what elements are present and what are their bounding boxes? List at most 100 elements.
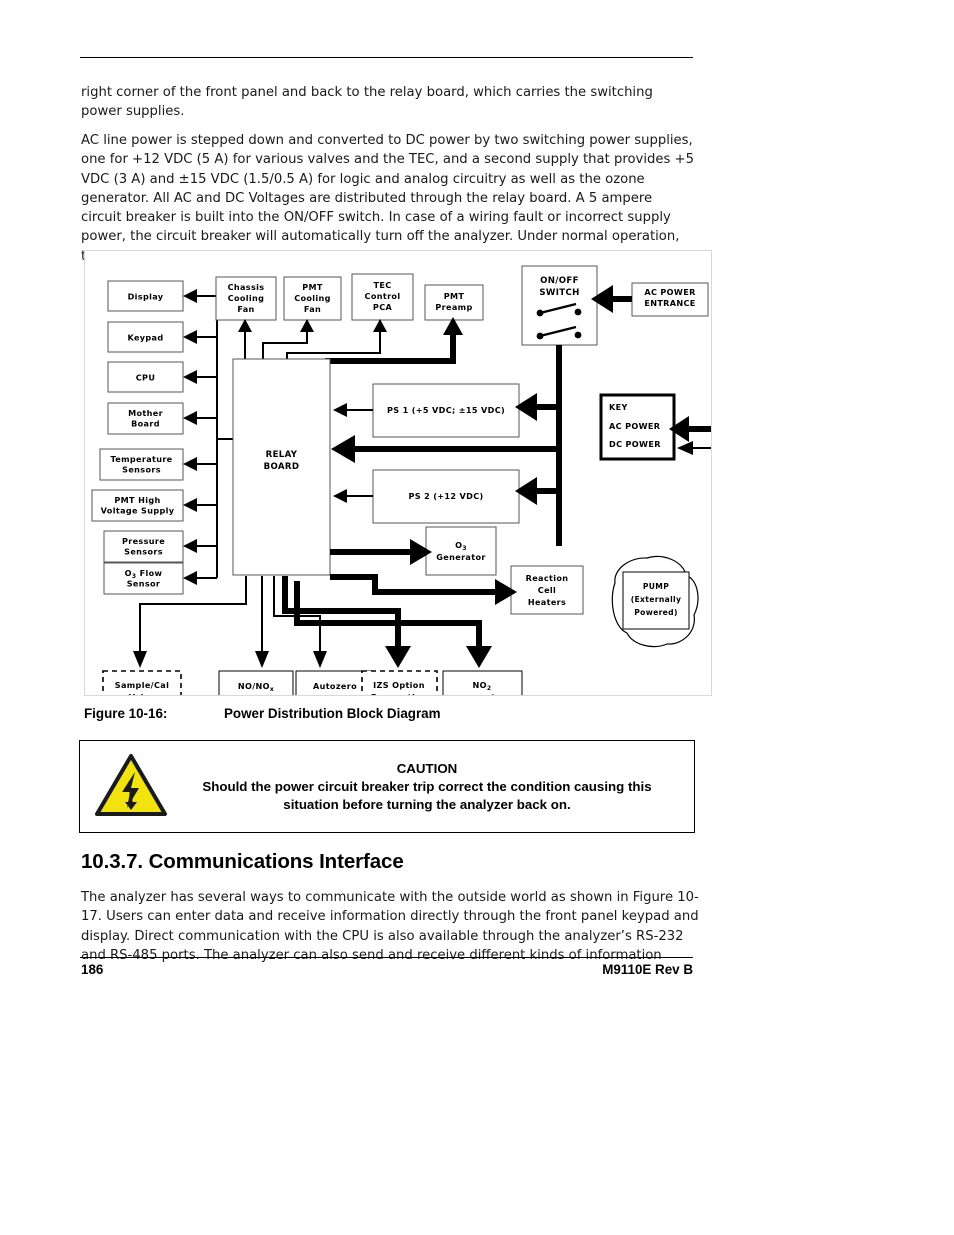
figure-number: Figure 10-16: — [84, 706, 168, 721]
block-o3-flow-sensor: O3 Flow Sensor — [103, 562, 184, 595]
block-label-line1: PMT High — [114, 495, 160, 505]
block-pump: PUMP (Externally Powered) — [611, 555, 699, 648]
dc-arrows-left-column — [183, 289, 217, 585]
pump-label-line3: Powered) — [634, 608, 678, 617]
document-page: right corner of the front panel and back… — [0, 0, 954, 1235]
warning-triangle-icon — [94, 752, 168, 822]
block-label: CPU — [136, 373, 156, 383]
page-number: 186 — [81, 962, 104, 977]
ac-line-pmt-preamp — [325, 335, 456, 364]
block-label-line2: Preamp — [435, 302, 472, 312]
block-no-nox-valve: NO/NOx Valve — [218, 670, 294, 695]
ac-line-reaction-cell-heaters — [330, 574, 495, 595]
block-ac-power-entrance: AC POWER ENTRANCE — [631, 282, 709, 317]
left-column-boxes: Display Keypad CPU Mother Board Temperat… — [91, 280, 184, 595]
switch-label-line1: ON/OFF — [540, 276, 579, 286]
block-label-line2: converter — [458, 692, 505, 695]
rch-label-line1: Reaction — [526, 573, 569, 583]
block-no2-converter-heater: NO2 converter heater — [442, 670, 523, 695]
block-label-line2: Voltage Supply — [101, 506, 175, 516]
figure-title: Power Distribution Block Diagram — [224, 706, 441, 721]
block-ps2: PS 2 (+12 VDC) — [372, 469, 520, 524]
block-pmt-high-voltage-supply: PMT High Voltage Supply — [91, 489, 184, 522]
caution-title: CAUTION — [396, 760, 458, 776]
block-label-line1: Pressure — [122, 536, 165, 546]
block-label-line2: Valve — [243, 693, 270, 695]
block-label-line2: Control — [365, 291, 401, 301]
rch-label-line3: Heaters — [528, 597, 566, 607]
footer-rule — [80, 957, 693, 958]
key-ac-label: AC POWER — [609, 421, 661, 431]
header-rule — [80, 57, 693, 58]
block-label-line1: Autozero — [313, 681, 357, 691]
block-label-line1: PMT — [302, 282, 323, 292]
block-label-line3: PCA — [373, 302, 393, 312]
top-row-boxes: Chassis Cooling Fan PMT Cooling Fan TEC … — [215, 273, 484, 321]
dc-arrows-top-row — [238, 319, 387, 359]
block-pmt-preamp: PMT Preamp — [424, 284, 484, 321]
section-heading: 10.3.7. Communications Interface — [81, 850, 404, 873]
block-pressure-sensors: Pressure Sensors — [103, 530, 184, 563]
block-label-line2: Permeation — [371, 692, 427, 695]
block-relay-board: RELAY BOARD — [232, 358, 331, 576]
block-tec-control-pca: TEC Control PCA — [351, 273, 414, 321]
caution-text: CAUTION Should the power circuit breaker… — [174, 760, 694, 814]
block-label-line1: Sample/Cal — [115, 680, 169, 690]
ac-line-izs-heater — [282, 576, 401, 646]
block-label-line1: IZS Option — [373, 680, 425, 690]
block-label-line2: Sensors — [124, 547, 163, 557]
figure-caption: Figure 10-16: Power Distribution Block Di… — [84, 706, 700, 721]
key-title: KEY — [609, 402, 628, 412]
rch-label-line2: Cell — [538, 585, 556, 595]
switch-label-line2: SWITCH — [539, 288, 579, 298]
block-on-off-switch: ON/OFF SWITCH — [521, 265, 598, 346]
block-mother-board: Mother Board — [107, 402, 184, 435]
bottom-row-boxes: Sample/Cal Valve Option NO/NOx Valve Aut… — [102, 670, 523, 695]
block-label: Display — [128, 292, 164, 302]
power-distribution-block-diagram: Display Keypad CPU Mother Board Temperat… — [84, 250, 712, 696]
block-reaction-cell-heaters: Reaction Cell Heaters — [510, 565, 584, 615]
block-label-pre: O — [125, 568, 132, 578]
block-label-line1: Temperature — [110, 454, 172, 464]
block-label-line3: Fan — [304, 304, 321, 314]
block-label-line2: Board — [131, 419, 160, 429]
block-label: Keypad — [127, 333, 163, 343]
block-label-line1: TEC — [373, 280, 391, 290]
block-label-line1: Chassis — [228, 282, 265, 292]
entrance-label-line1: AC POWER — [644, 287, 696, 297]
ps2-label: PS 2 (+12 VDC) — [408, 491, 483, 501]
block-label-sub: x — [270, 686, 274, 693]
block-label-pre: NO — [473, 680, 487, 690]
block-label-line2: Sensors — [122, 465, 161, 475]
block-label-line1: Mother — [128, 408, 163, 418]
paragraph-3: The analyzer has several ways to communi… — [81, 890, 699, 963]
block-label-post: Flow — [136, 568, 162, 578]
block-ps1: PS 1 (+5 VDC; ±15 VDC) — [372, 383, 520, 438]
block-label-line2: Valve — [129, 692, 156, 695]
block-label-pre: NO/NO — [238, 681, 270, 691]
block-keypad: Keypad — [107, 321, 184, 353]
block-pmt-cooling-fan: PMT Cooling Fan — [283, 276, 342, 321]
block-label-line2: Cooling — [228, 293, 265, 303]
paragraph-2: AC line power is stepped down and conver… — [81, 133, 694, 264]
block-label-sub: 2 — [487, 685, 492, 692]
block-label-line2: Valve — [322, 693, 349, 695]
pump-label-line1: PUMP — [643, 582, 669, 591]
caution-box: CAUTION Should the power circuit breaker… — [79, 740, 695, 833]
block-cpu: CPU — [107, 361, 184, 393]
block-label-line1: PMT — [444, 291, 465, 301]
block-temperature-sensors: Temperature Sensors — [99, 448, 184, 481]
entrance-label-line2: ENTRANCE — [644, 298, 695, 308]
caution-line-1: Should the power circuit breaker trip co… — [202, 778, 625, 794]
relay-board-label-line1: RELAY — [266, 450, 298, 460]
block-label-line3: Fan — [237, 304, 254, 314]
o3-label-line2: Generator — [436, 552, 485, 562]
o3-label-pre: O — [455, 540, 462, 550]
pump-label-line2: (Externally — [631, 595, 682, 604]
block-label-line2: Sensor — [127, 579, 161, 589]
o3-label-sub: 3 — [462, 545, 467, 552]
paragraph-1: right corner of the front panel and back… — [81, 85, 653, 120]
ps1-label: PS 1 (+5 VDC; ±15 VDC) — [387, 405, 505, 415]
block-sample-cal-valve-option: Sample/Cal Valve Option — [102, 670, 182, 695]
block-label-line2: Cooling — [294, 293, 331, 303]
